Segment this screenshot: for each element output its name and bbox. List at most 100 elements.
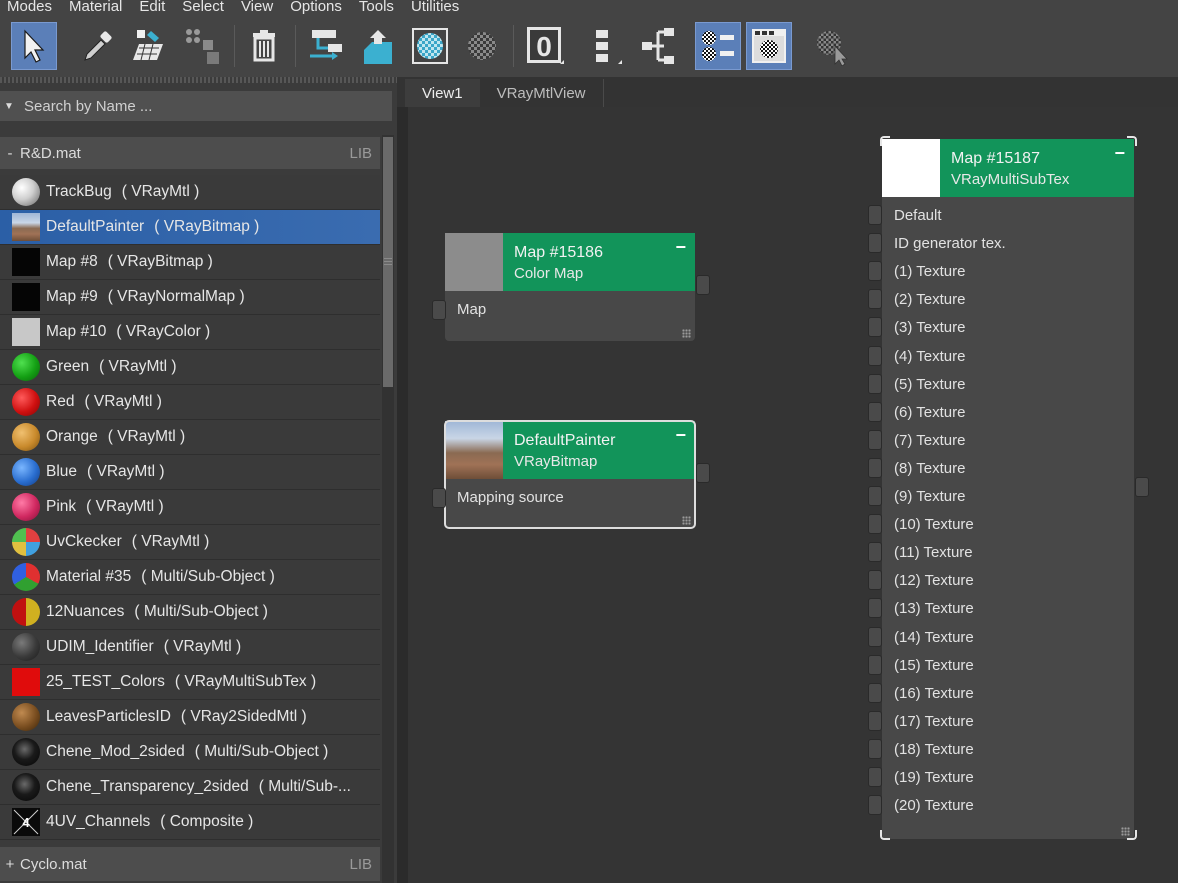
input-socket[interactable]: [868, 429, 882, 450]
material-item[interactable]: LeavesParticlesID ( VRay2SidedMtl ): [0, 700, 380, 735]
menu-modes[interactable]: Modes: [0, 0, 61, 14]
material-list-scrollbar[interactable]: [382, 135, 394, 883]
input-socket[interactable]: [868, 710, 882, 731]
layout-children-button[interactable]: [579, 22, 625, 70]
input-socket[interactable]: [868, 738, 882, 759]
input-socket[interactable]: [868, 570, 882, 591]
assign-material-button[interactable]: [126, 22, 172, 70]
layout-tree-button[interactable]: [303, 22, 349, 70]
input-socket[interactable]: [868, 345, 882, 366]
material-item[interactable]: 4 4UV_Channels ( Composite ): [0, 805, 380, 840]
panel-grip[interactable]: [0, 77, 397, 83]
node-header[interactable]: Map #15186 Color Map −: [445, 233, 695, 291]
parameter-editor-button[interactable]: [746, 22, 792, 70]
material-item[interactable]: Green ( VRayMtl ): [0, 350, 380, 385]
input-socket[interactable]: [868, 373, 882, 394]
material-item[interactable]: Red ( VRayMtl ): [0, 385, 380, 420]
input-socket[interactable]: [868, 457, 882, 478]
menu-utilities[interactable]: Utilities: [403, 0, 468, 14]
put-to-library-button[interactable]: [355, 22, 401, 70]
output-socket[interactable]: [696, 275, 710, 295]
input-socket[interactable]: [868, 233, 882, 254]
material-type: ( VRayMtl ): [99, 358, 177, 375]
input-socket[interactable]: [432, 300, 446, 320]
material-item[interactable]: DefaultPainter ( VRayBitmap ): [0, 210, 380, 245]
search-options-icon[interactable]: ▼: [0, 101, 18, 112]
resize-grip-icon[interactable]: [682, 329, 691, 338]
menu-view[interactable]: View: [233, 0, 282, 14]
material-swatch-icon: [12, 668, 40, 696]
material-swatch-icon: [12, 248, 40, 276]
background-checker-button[interactable]: [459, 22, 505, 70]
node-header[interactable]: Map #15187 VRayMultiSubTex −: [882, 139, 1134, 197]
collapse-icon[interactable]: -: [0, 145, 20, 162]
material-item[interactable]: Map #10 ( VRayColor ): [0, 315, 380, 350]
search-input[interactable]: [18, 97, 378, 115]
input-socket[interactable]: [868, 654, 882, 675]
node-color-map[interactable]: Map #15186 Color Map − Map: [445, 233, 695, 341]
slot-label: (4) Texture: [894, 347, 966, 365]
material-item[interactable]: UvCkecker ( VRayMtl ): [0, 525, 380, 560]
eyedropper-button[interactable]: [74, 22, 120, 70]
input-socket[interactable]: [868, 767, 882, 787]
input-socket[interactable]: [868, 626, 882, 647]
input-socket[interactable]: [868, 598, 882, 619]
material-name: UDIM_Identifier: [46, 638, 154, 655]
show-node-button[interactable]: [695, 22, 741, 70]
show-node-icon: [702, 31, 734, 61]
material-item[interactable]: Material #35 ( Multi/Sub-Object ): [0, 560, 380, 595]
material-id-button[interactable]: 0: [521, 22, 567, 70]
minimize-icon[interactable]: −: [675, 238, 686, 256]
material-name: LeavesParticlesID: [46, 708, 171, 725]
slot-label: (20) Texture: [894, 797, 974, 815]
material-item[interactable]: Chene_Transparency_2sided ( Multi/Sub-...: [0, 770, 380, 805]
move-children-button[interactable]: [178, 22, 224, 70]
input-socket[interactable]: [432, 488, 446, 508]
material-item[interactable]: Pink ( VRayMtl ): [0, 490, 380, 525]
menu-select[interactable]: Select: [174, 0, 233, 14]
material-name: Map #9: [46, 288, 98, 305]
library-name: R&D.mat: [20, 144, 81, 162]
menu-tools[interactable]: Tools: [351, 0, 403, 14]
input-socket[interactable]: [868, 261, 882, 282]
input-socket[interactable]: [868, 205, 882, 225]
select-button[interactable]: [11, 22, 57, 70]
input-socket[interactable]: [868, 486, 882, 506]
menu-options[interactable]: Options: [282, 0, 351, 14]
input-socket[interactable]: [868, 514, 882, 535]
node-multisubtex[interactable]: Map #15187 VRayMultiSubTex − Default ID g…: [882, 139, 1134, 839]
input-socket[interactable]: [868, 289, 882, 310]
material-swatch-icon: [12, 773, 40, 801]
output-socket[interactable]: [696, 463, 710, 483]
node-canvas[interactable]: Map #15186 Color Map − Map DefaultPainte…: [408, 107, 1178, 883]
select-by-material-button[interactable]: [808, 22, 854, 70]
material-item[interactable]: TrackBug ( VRayMtl ): [0, 175, 380, 210]
material-item[interactable]: 25_TEST_Colors ( VRayMultiSubTex ): [0, 665, 380, 700]
layout-all-button[interactable]: [635, 22, 681, 70]
input-socket[interactable]: [868, 542, 882, 563]
material-item[interactable]: Orange ( VRayMtl ): [0, 420, 380, 455]
input-socket[interactable]: [868, 401, 882, 422]
input-socket[interactable]: [868, 682, 882, 703]
library-header-rd[interactable]: - R&D.mat LIB: [0, 137, 380, 169]
menu-material[interactable]: Material: [61, 0, 131, 14]
tab-view1[interactable]: View1: [405, 79, 480, 107]
preview-sphere-icon: [412, 28, 448, 64]
tab-vraymtlview[interactable]: VRayMtlView: [480, 79, 604, 107]
expand-icon[interactable]: +: [0, 856, 20, 873]
material-item[interactable]: Blue ( VRayMtl ): [0, 455, 380, 490]
library-header-cyclo[interactable]: + Cyclo.mat LIB: [0, 847, 380, 881]
material-item[interactable]: Chene_Mod_2sided ( Multi/Sub-Object ): [0, 735, 380, 770]
output-socket[interactable]: [1135, 477, 1149, 497]
menu-edit[interactable]: Edit: [131, 0, 174, 14]
input-socket[interactable]: [868, 317, 882, 338]
minimize-icon[interactable]: −: [1114, 144, 1125, 162]
delete-button[interactable]: [241, 22, 287, 70]
material-item[interactable]: 12Nuances ( Multi/Sub-Object ): [0, 595, 380, 630]
material-item[interactable]: UDIM_Identifier ( VRayMtl ): [0, 630, 380, 665]
corner-bracket: [880, 136, 890, 146]
material-item[interactable]: Map #8 ( VRayBitmap ): [0, 245, 380, 280]
material-item[interactable]: Map #9 ( VRayNormalMap ): [0, 280, 380, 315]
preview-sphere-button[interactable]: [407, 22, 453, 70]
input-socket[interactable]: [868, 795, 882, 816]
